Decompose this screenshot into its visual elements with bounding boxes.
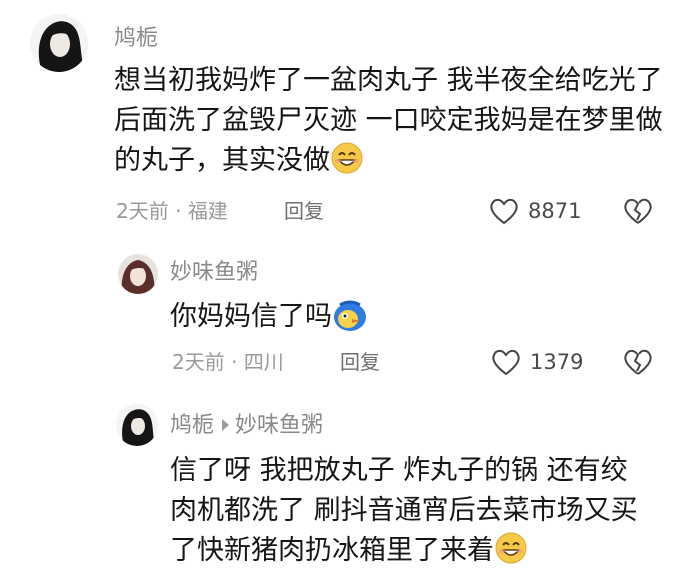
comment-location: 福建 [187,199,228,223]
reply-button[interactable]: 回复 [340,350,380,374]
comment-location: 四川 [243,350,284,374]
like-button[interactable]: 1379 [490,347,583,377]
comment-text: 你妈妈信了吗 [170,297,630,337]
comment-text: 信了呀 我把放丸子 炸丸子的锅 还有绞肉机都洗了 刷抖音通宵后去菜市场又买了快新… [170,455,638,566]
smile-emoji-icon [331,142,363,174]
like-count: 8871 [528,199,582,223]
comment-time: 2天前 [172,350,225,374]
reply-to-username[interactable]: 妙味鱼粥 [235,413,323,438]
comment-meta: 2天前 · 四川 [172,350,284,374]
comment-username[interactable]: 鸠栀 [170,413,214,438]
comment-username[interactable]: 妙味鱼粥 [170,260,258,286]
heart-outline-icon [490,198,518,225]
comment-time: 2天前 [116,199,169,223]
like-count: 1379 [530,350,584,374]
heart-outline-icon [492,349,520,376]
avatar[interactable] [118,254,158,294]
reply-button[interactable]: 回复 [284,199,324,223]
broken-heart-icon [624,349,652,375]
like-button[interactable]: 8871 [488,196,581,226]
dislike-button[interactable] [622,347,654,381]
reply-header: 鸠栀 妙味鱼粥 [170,413,323,439]
blue-bird-sticker-icon [334,300,366,331]
avatar[interactable] [30,14,88,72]
comment-username[interactable]: 鸠栀 [114,26,158,52]
reply-arrow-icon [222,419,230,431]
avatar[interactable] [116,404,158,446]
dislike-button[interactable] [622,196,654,230]
comment-text: 想当初我妈炸了一盆肉丸子 我半夜全给吃光了 后面洗了盆毁尸灭迹 一口咬定我妈是在… [114,65,663,176]
broken-heart-icon [624,198,652,224]
comment-meta: 2天前 · 福建 [116,199,228,223]
smile-emoji-icon [495,532,527,564]
